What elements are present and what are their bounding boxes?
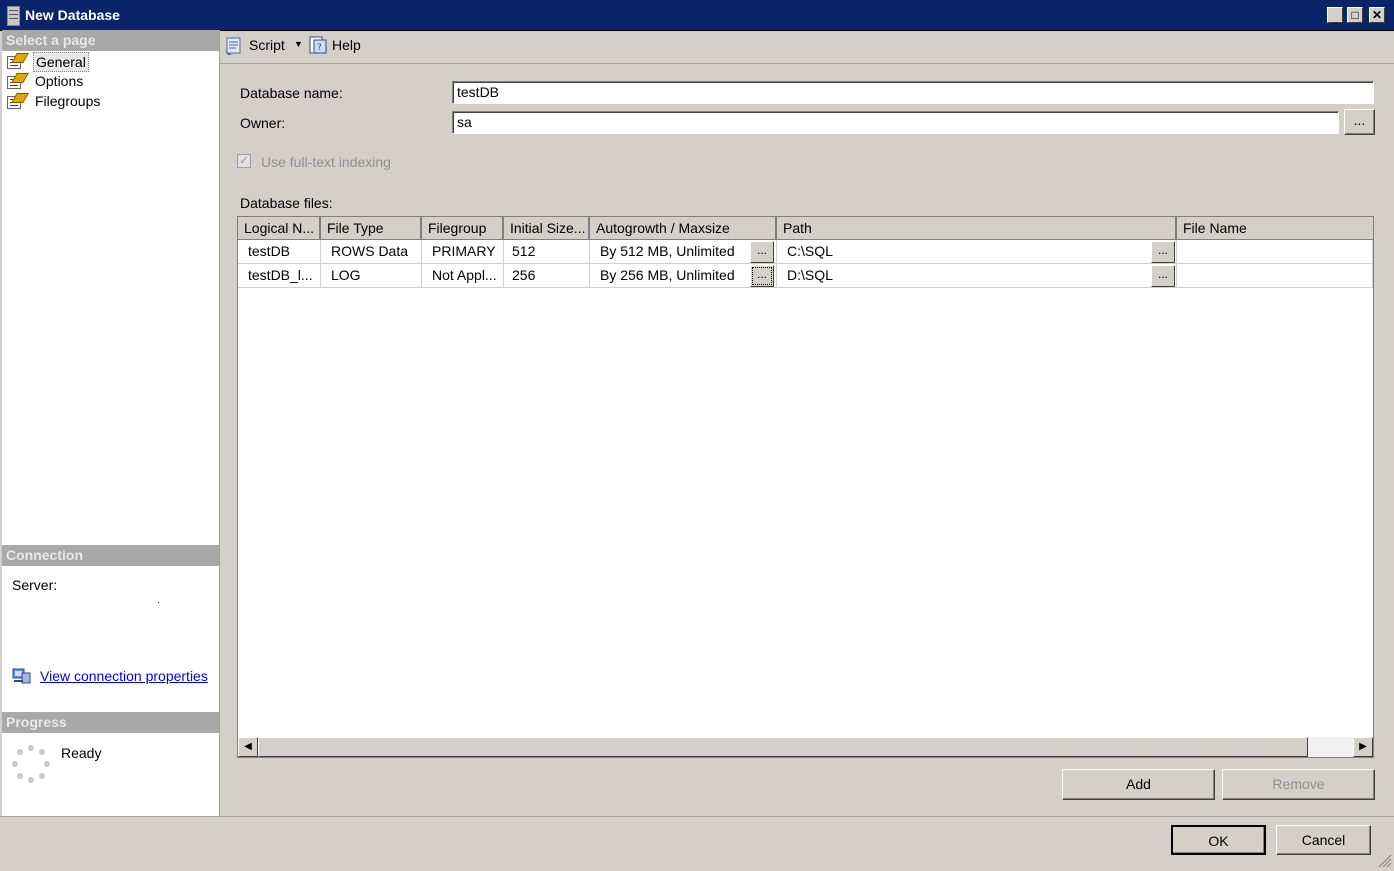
owner-browse-button[interactable]: ... bbox=[1344, 109, 1375, 135]
cell-autogrowth[interactable]: By 512 MB, Unlimited bbox=[590, 240, 777, 264]
database-name-label: Database name: bbox=[240, 85, 343, 101]
script-label: Script bbox=[249, 37, 285, 53]
cell-path[interactable]: D:\SQL bbox=[777, 264, 1177, 288]
resize-grip-icon[interactable] bbox=[1376, 852, 1392, 868]
page-wand-icon bbox=[7, 93, 29, 109]
select-page-header: Select a page bbox=[2, 30, 219, 51]
title-bar[interactable]: New Database _ □ ✕ bbox=[0, 0, 1394, 31]
script-icon bbox=[224, 36, 244, 56]
fulltext-checkbox[interactable]: ✓ bbox=[237, 154, 251, 168]
page-wand-icon bbox=[7, 73, 29, 89]
cell-path[interactable]: C:\SQL bbox=[777, 240, 1177, 264]
minimize-button[interactable]: _ bbox=[1327, 7, 1343, 25]
scroll-left-icon[interactable]: ◀ bbox=[238, 737, 258, 757]
view-connection-properties-link[interactable]: View connection properties bbox=[40, 668, 208, 684]
svg-text:?: ? bbox=[317, 43, 322, 53]
page-item-label: Options bbox=[35, 73, 84, 89]
database-name-input[interactable]: testDB bbox=[452, 81, 1374, 104]
cell-file-type[interactable]: LOG bbox=[321, 264, 422, 288]
owner-input[interactable]: sa bbox=[452, 111, 1339, 134]
chevron-down-icon: ▼ bbox=[294, 39, 303, 49]
progress-spinner-icon bbox=[12, 745, 50, 783]
path-browse-button[interactable]: ... bbox=[1151, 265, 1175, 287]
remove-button[interactable]: Remove bbox=[1222, 769, 1375, 800]
autogrowth-edit-button[interactable]: ... bbox=[750, 241, 774, 263]
connection-header: Connection bbox=[2, 545, 219, 566]
column-header-file-name[interactable]: File Name bbox=[1177, 217, 1373, 240]
cell-initial-size[interactable]: 512 bbox=[504, 240, 590, 264]
close-icon: ✕ bbox=[1371, 8, 1383, 22]
cell-logical-name[interactable]: testDB_l... bbox=[238, 264, 321, 288]
maximize-icon: □ bbox=[1351, 8, 1359, 22]
left-pane: Select a page General Options Filegroups… bbox=[2, 30, 220, 816]
cell-filegroup[interactable]: Not Appl... bbox=[422, 264, 504, 288]
progress-status: Ready bbox=[61, 745, 102, 761]
owner-label: Owner: bbox=[240, 115, 286, 131]
help-icon: ? bbox=[308, 35, 328, 55]
help-label: Help bbox=[332, 37, 361, 53]
ok-button[interactable]: OK bbox=[1171, 825, 1266, 855]
window-title: New Database bbox=[25, 7, 120, 23]
scrollbar-thumb[interactable] bbox=[258, 737, 1308, 757]
column-header-autogrowth[interactable]: Autogrowth / Maxsize bbox=[590, 217, 777, 240]
close-button[interactable]: ✕ bbox=[1369, 7, 1385, 23]
page-wand-icon bbox=[7, 53, 29, 69]
connection-properties-icon bbox=[12, 667, 32, 685]
column-header-filegroup[interactable]: Filegroup bbox=[422, 217, 504, 240]
server-label: Server: bbox=[12, 577, 58, 593]
server-value: . bbox=[157, 595, 160, 606]
page-item-label: General bbox=[33, 52, 89, 72]
column-header-path[interactable]: Path bbox=[777, 217, 1177, 240]
cell-file-name[interactable] bbox=[1177, 264, 1373, 288]
column-header-file-type[interactable]: File Type bbox=[321, 217, 422, 240]
fulltext-label: Use full-text indexing bbox=[261, 154, 391, 170]
toolbar: Script ▼ ? Help bbox=[220, 30, 1394, 64]
database-files-grid: Logical N... File Type Filegroup Initial… bbox=[237, 216, 1374, 758]
page-item-label: Filegroups bbox=[35, 93, 101, 109]
cell-filegroup[interactable]: PRIMARY bbox=[422, 240, 504, 264]
scroll-right-icon[interactable]: ▶ bbox=[1353, 737, 1373, 757]
horizontal-scrollbar[interactable]: ◀ ▶ bbox=[238, 737, 1373, 757]
column-header-initial-size[interactable]: Initial Size... bbox=[504, 217, 590, 240]
footer-divider bbox=[0, 816, 1394, 817]
autogrowth-edit-button[interactable]: ... bbox=[750, 265, 774, 287]
column-header-logical-name[interactable]: Logical N... bbox=[238, 217, 321, 240]
cell-logical-name[interactable]: testDB bbox=[238, 240, 321, 264]
maximize-button[interactable]: □ bbox=[1347, 7, 1363, 23]
cancel-button[interactable]: Cancel bbox=[1276, 825, 1371, 855]
progress-header: Progress bbox=[2, 712, 219, 733]
add-button[interactable]: Add bbox=[1062, 769, 1215, 800]
path-browse-button[interactable]: ... bbox=[1151, 241, 1175, 263]
cell-file-type[interactable]: ROWS Data bbox=[321, 240, 422, 264]
minimize-icon: _ bbox=[1331, 11, 1339, 25]
cell-initial-size[interactable]: 256 bbox=[504, 264, 590, 288]
cell-autogrowth[interactable]: By 256 MB, Unlimited bbox=[590, 264, 777, 288]
script-button[interactable]: Script ▼ bbox=[224, 34, 306, 58]
cell-file-name[interactable] bbox=[1177, 240, 1373, 264]
database-icon bbox=[7, 6, 20, 26]
help-button[interactable]: ? Help bbox=[308, 34, 368, 58]
database-files-label: Database files: bbox=[240, 195, 333, 211]
